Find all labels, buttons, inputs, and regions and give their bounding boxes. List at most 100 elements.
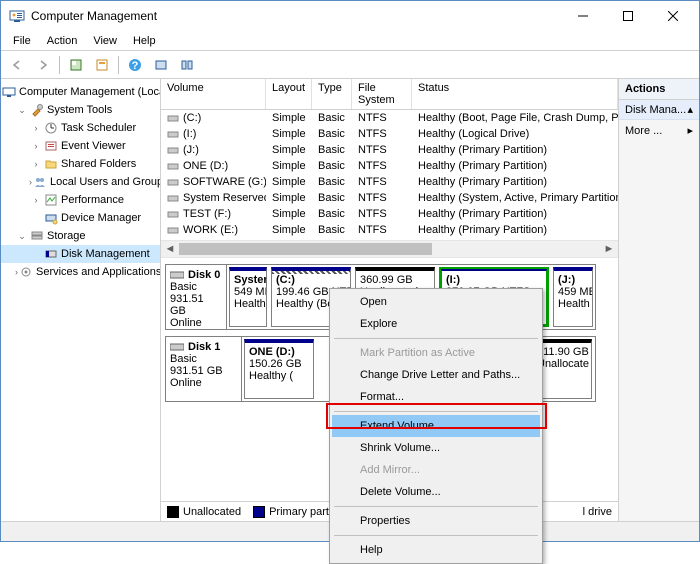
menu-explore[interactable]: Explore <box>332 313 540 335</box>
properties-toolbar-button[interactable] <box>90 54 114 76</box>
toolbar-separator <box>59 56 60 74</box>
users-icon <box>32 174 48 190</box>
menu-action[interactable]: Action <box>39 33 86 49</box>
col-layout[interactable]: Layout <box>266 79 312 109</box>
clock-icon <box>43 120 59 136</box>
chevron-right-icon: ▸ <box>687 124 693 137</box>
collapse-icon: ▴ <box>687 103 693 116</box>
tree-device-manager[interactable]: Device Manager <box>1 209 160 227</box>
scroll-thumb[interactable] <box>179 243 432 255</box>
event-icon <box>43 138 59 154</box>
menu-view[interactable]: View <box>85 33 125 49</box>
tree-shared-folders[interactable]: › Shared Folders <box>1 155 160 173</box>
titlebar: Computer Management <box>1 1 699 31</box>
menu-separator <box>334 338 538 339</box>
disk-0-info[interactable]: Disk 0 Basic 931.51 GB Online <box>166 265 227 329</box>
col-type[interactable]: Type <box>312 79 352 109</box>
volume-row[interactable]: TEST (F:)SimpleBasicNTFSHealthy (Primary… <box>161 206 618 222</box>
menu-change-drive-letter[interactable]: Change Drive Letter and Paths... <box>332 364 540 386</box>
menu-shrink-volume[interactable]: Shrink Volume... <box>332 437 540 459</box>
volume-row[interactable]: WORK (E:)SimpleBasicNTFSHealthy (Primary… <box>161 222 618 238</box>
legend-primary-swatch <box>253 506 265 518</box>
col-filesystem[interactable]: File System <box>352 79 412 109</box>
volume-row[interactable]: SOFTWARE (G:)SimpleBasicNTFSHealthy (Pri… <box>161 174 618 190</box>
volume-scrollbar[interactable]: ◄ ► <box>161 240 618 258</box>
svg-text:?: ? <box>132 60 139 72</box>
disk-icon <box>170 270 184 280</box>
refresh-button[interactable] <box>64 54 88 76</box>
performance-icon <box>43 192 59 208</box>
collapse-icon[interactable]: ⌄ <box>15 105 29 116</box>
context-menu: Open Explore Mark Partition as Active Ch… <box>329 288 543 564</box>
menu-file[interactable]: File <box>5 33 39 49</box>
menu-separator <box>334 506 538 507</box>
expand-icon[interactable]: › <box>29 195 43 205</box>
app-icon <box>9 8 25 24</box>
back-button[interactable] <box>5 54 29 76</box>
window-title: Computer Management <box>31 9 560 23</box>
partition-one-d[interactable]: ONE (D:)150.26 GBHealthy ( <box>244 339 314 399</box>
scroll-left-icon[interactable]: ◄ <box>161 241 179 257</box>
tree-event-viewer[interactable]: › Event Viewer <box>1 137 160 155</box>
tree-system-tools[interactable]: ⌄ System Tools <box>1 101 160 119</box>
actions-section[interactable]: Disk Mana... ▴ <box>619 100 699 120</box>
volume-list: Volume Layout Type File System Status (C… <box>161 79 618 258</box>
menu-separator <box>334 411 538 412</box>
tree-local-users[interactable]: › Local Users and Groups <box>1 173 160 191</box>
partition-system-reserved[interactable]: Syster549 MEHealth <box>229 267 267 327</box>
legend-unallocated-swatch <box>167 506 179 518</box>
tree-root[interactable]: Computer Management (Local <box>1 83 160 101</box>
minimize-button[interactable] <box>560 2 605 31</box>
tree-performance[interactable]: › Performance <box>1 191 160 209</box>
menu-help[interactable]: Help <box>332 539 540 561</box>
disk-mgmt-icon <box>43 246 59 262</box>
menu-delete-volume[interactable]: Delete Volume... <box>332 481 540 503</box>
col-status[interactable]: Status <box>412 79 618 109</box>
volume-row[interactable]: (I:)SimpleBasicNTFSHealthy (Logical Driv… <box>161 126 618 142</box>
actions-header: Actions <box>619 79 699 100</box>
menu-separator <box>334 535 538 536</box>
storage-icon <box>29 228 45 244</box>
expand-icon[interactable]: › <box>29 123 43 133</box>
computer-icon <box>1 84 17 100</box>
close-button[interactable] <box>650 2 695 31</box>
volume-row[interactable]: (J:)SimpleBasicNTFSHealthy (Primary Part… <box>161 142 618 158</box>
col-volume[interactable]: Volume <box>161 79 266 109</box>
folder-icon <box>43 156 59 172</box>
scroll-right-icon[interactable]: ► <box>600 241 618 257</box>
volume-list-header: Volume Layout Type File System Status <box>161 79 618 110</box>
tree-services[interactable]: › Services and Applications <box>1 263 160 281</box>
services-icon <box>18 264 34 280</box>
forward-button[interactable] <box>31 54 55 76</box>
actions-pane: Actions Disk Mana... ▴ More ... ▸ <box>619 79 699 521</box>
actions-more[interactable]: More ... ▸ <box>619 120 699 141</box>
disk-icon <box>170 342 184 352</box>
menu-format[interactable]: Format... <box>332 386 540 408</box>
settings-button[interactable] <box>149 54 173 76</box>
expand-icon[interactable]: › <box>29 141 43 151</box>
tools-icon <box>29 102 45 118</box>
toolbar-separator <box>118 56 119 74</box>
collapse-icon[interactable]: ⌄ <box>15 231 29 242</box>
menu-properties[interactable]: Properties <box>332 510 540 532</box>
menu-extend-volume[interactable]: Extend Volume... <box>332 415 540 437</box>
expand-icon[interactable]: › <box>29 159 43 169</box>
maximize-button[interactable] <box>605 2 650 31</box>
volume-row[interactable]: (C:)SimpleBasicNTFSHealthy (Boot, Page F… <box>161 110 618 126</box>
toolbar: ? <box>1 51 699 79</box>
tree-task-scheduler[interactable]: › Task Scheduler <box>1 119 160 137</box>
tree-storage[interactable]: ⌄ Storage <box>1 227 160 245</box>
device-icon <box>43 210 59 226</box>
view-button[interactable] <box>175 54 199 76</box>
volume-row[interactable]: ONE (D:)SimpleBasicNTFSHealthy (Primary … <box>161 158 618 174</box>
menu-add-mirror: Add Mirror... <box>332 459 540 481</box>
help-toolbar-button[interactable]: ? <box>123 54 147 76</box>
menu-help[interactable]: Help <box>125 33 164 49</box>
partition-j[interactable]: (J:)459 MEHealth <box>553 267 593 327</box>
menu-mark-active: Mark Partition as Active <box>332 342 540 364</box>
volume-row[interactable]: System ReservedSimpleBasicNTFSHealthy (S… <box>161 190 618 206</box>
disk-1-info[interactable]: Disk 1 Basic 931.51 GB Online <box>166 337 242 401</box>
volume-rows: (C:)SimpleBasicNTFSHealthy (Boot, Page F… <box>161 110 618 238</box>
tree-disk-management[interactable]: Disk Management <box>1 245 160 263</box>
menu-open[interactable]: Open <box>332 291 540 313</box>
